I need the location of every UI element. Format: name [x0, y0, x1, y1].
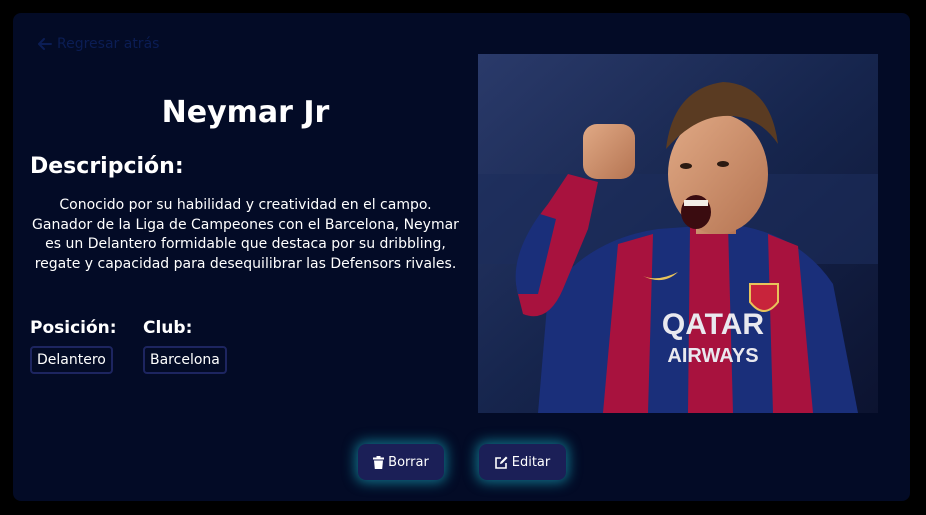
club-tag: Barcelona — [143, 346, 227, 374]
delete-button-label: Borrar — [388, 454, 429, 470]
player-description: Conocido por su habilidad y creatividad … — [32, 197, 459, 272]
player-photo: QATAR AIRWAYS — [478, 54, 878, 413]
player-detail-card: Regresar atrás Neymar Jr Descripción: Co… — [13, 13, 910, 501]
edit-button[interactable]: Editar — [479, 444, 566, 480]
arrow-left-icon — [38, 38, 52, 50]
description-heading: Descripción: — [30, 154, 184, 179]
back-link[interactable]: Regresar atrás — [38, 36, 159, 52]
position-label: Posición: — [30, 318, 117, 338]
edit-button-label: Editar — [511, 454, 551, 470]
club-label: Club: — [143, 318, 193, 338]
edit-icon — [494, 456, 508, 469]
delete-button[interactable]: Borrar — [358, 444, 444, 480]
position-tag: Delantero — [30, 346, 113, 374]
jersey-sponsor-subtext: AIRWAYS — [667, 345, 758, 367]
player-name: Neymar Jr — [161, 95, 330, 130]
back-link-label: Regresar atrás — [57, 36, 160, 52]
jersey-sponsor-text: QATAR — [662, 308, 765, 341]
trash-icon — [373, 455, 385, 469]
